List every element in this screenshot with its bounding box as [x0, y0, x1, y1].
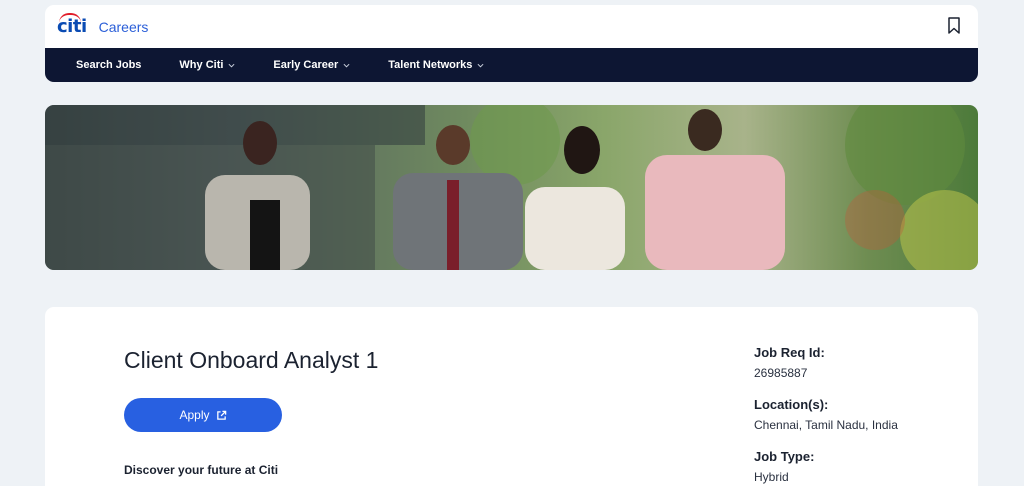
- nav-early-career-label: Early Career: [273, 59, 339, 71]
- nav-early-career[interactable]: Early Career: [273, 59, 350, 71]
- job-detail-card: Client Onboard Analyst 1 Apply Discover …: [45, 307, 978, 486]
- bookmark-icon[interactable]: [948, 17, 960, 34]
- job-req-id-label: Job Req Id:: [754, 345, 825, 360]
- nav-search-jobs[interactable]: Search Jobs: [76, 59, 141, 71]
- citi-logo-arc-icon: [59, 12, 81, 23]
- apply-button-label: Apply: [179, 408, 210, 422]
- citi-careers-logo-link[interactable]: citi Careers: [57, 12, 149, 36]
- nav-talent-networks[interactable]: Talent Networks: [388, 59, 484, 71]
- site-header: citi Careers: [45, 5, 978, 48]
- job-title: Client Onboard Analyst 1: [124, 347, 379, 373]
- main-nav: Search Jobs Why Citi Early Career Talent…: [45, 48, 978, 82]
- careers-label: Careers: [98, 18, 149, 35]
- job-meta-sidebar: Job Req Id: 26985887 Location(s): Chenna…: [754, 345, 954, 486]
- apply-button[interactable]: Apply: [124, 398, 282, 432]
- chevron-down-icon: [343, 63, 350, 68]
- nav-search-jobs-label: Search Jobs: [76, 59, 142, 71]
- citi-logo: citi: [57, 12, 87, 36]
- job-req-id-value: 26985887: [754, 366, 808, 380]
- nav-why-citi-label: Why Citi: [179, 59, 224, 71]
- job-type-value: Hybrid: [754, 470, 789, 484]
- nav-talent-networks-label: Talent Networks: [388, 59, 473, 71]
- location-value: Chennai, Tamil Nadu, India: [754, 418, 898, 432]
- job-type-label: Job Type:: [754, 449, 815, 464]
- chevron-down-icon: [228, 63, 235, 68]
- discover-heading: Discover your future at Citi: [124, 463, 279, 477]
- chevron-down-icon: [477, 63, 484, 68]
- hero-banner-image: [45, 105, 978, 270]
- nav-why-citi[interactable]: Why Citi: [179, 59, 235, 71]
- page: citi Careers Search Jobs Why Citi Early …: [0, 0, 1024, 486]
- location-label: Location(s):: [754, 397, 829, 412]
- external-link-icon: [216, 410, 226, 420]
- hero-illustration: [45, 105, 978, 270]
